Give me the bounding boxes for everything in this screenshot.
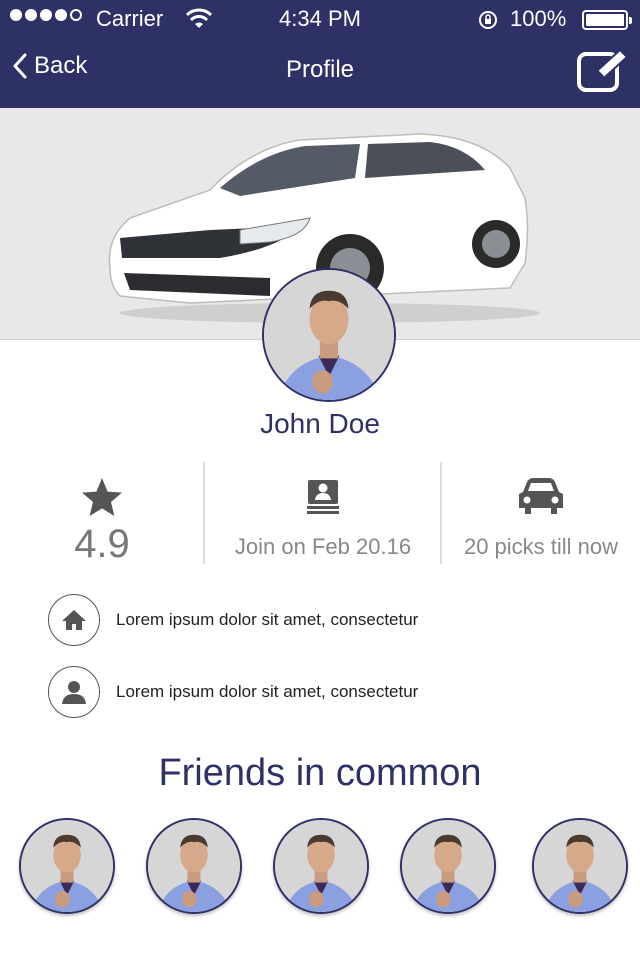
friend-photo xyxy=(534,820,626,912)
friend-avatar[interactable] xyxy=(532,818,628,914)
friend-avatar[interactable] xyxy=(19,818,115,914)
friend-photo xyxy=(148,820,240,912)
friend-avatar[interactable] xyxy=(273,818,369,914)
page-title: Profile xyxy=(285,56,355,83)
friends-section-title: Friends in common xyxy=(158,752,482,794)
info-row-person: Lorem ipsum dolor sit amet, consectetur xyxy=(48,666,608,718)
rotation-lock-icon xyxy=(479,11,497,29)
edit-icon[interactable] xyxy=(576,48,630,94)
rating-value: 4.9 xyxy=(74,522,130,566)
battery-icon xyxy=(582,10,632,30)
join-date-stat: Join on Feb 20.16 xyxy=(204,462,442,564)
profile-avatar[interactable] xyxy=(262,268,396,402)
info-text: Lorem ipsum dolor sit amet, consectetur xyxy=(116,610,419,629)
friend-photo xyxy=(21,820,113,912)
info-text: Lorem ipsum dolor sit amet, consectetur xyxy=(116,682,419,701)
battery-percent: 100% xyxy=(510,6,567,31)
friends-list xyxy=(0,818,640,918)
avatar-photo xyxy=(264,270,394,400)
navigation-bar: Back Profile xyxy=(0,40,640,108)
profile-name: John Doe xyxy=(260,408,380,439)
friend-avatar[interactable] xyxy=(400,818,496,914)
friend-photo xyxy=(402,820,494,912)
info-row-address: Lorem ipsum dolor sit amet, consectetur xyxy=(48,594,608,646)
home-icon xyxy=(48,594,100,646)
person-icon xyxy=(48,666,100,718)
rating-stat: 4.9 xyxy=(0,462,204,566)
profile-stats: 4.9 Join on Feb 20.16 20 picks till now xyxy=(0,462,640,566)
friend-avatar[interactable] xyxy=(146,818,242,914)
contact-card-icon xyxy=(307,480,339,514)
app-header: Carrier 4:34 PM 100% Back Profile xyxy=(0,0,640,108)
star-icon xyxy=(82,478,122,516)
picks-stat: 20 picks till now xyxy=(442,462,640,564)
picks-count: 20 picks till now xyxy=(463,534,619,559)
join-date: Join on Feb 20.16 xyxy=(234,534,412,559)
status-bar: Carrier 4:34 PM 100% xyxy=(0,0,640,40)
car-icon xyxy=(519,478,563,514)
friend-photo xyxy=(275,820,367,912)
